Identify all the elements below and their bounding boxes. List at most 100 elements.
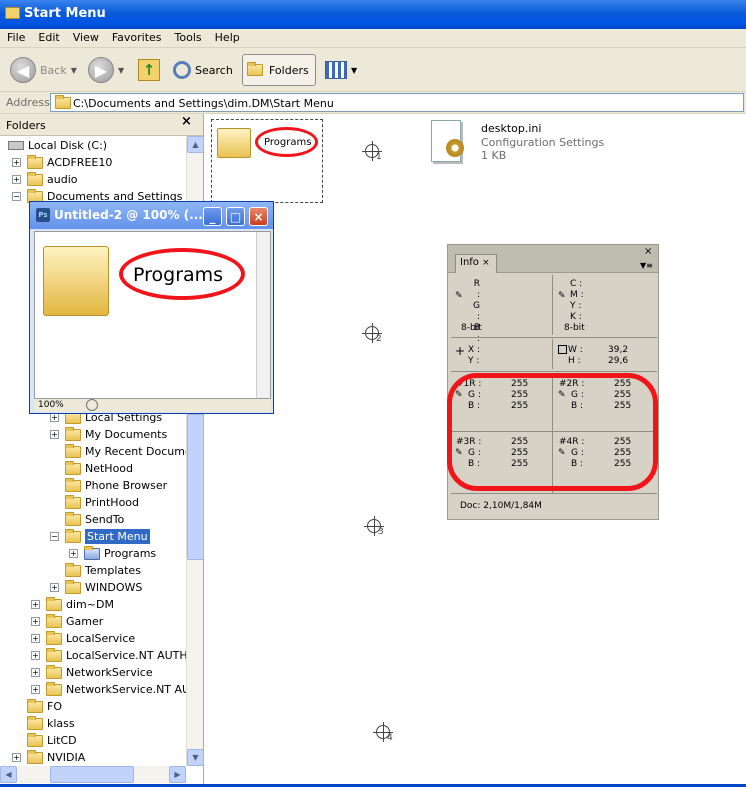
tree-item[interactable]: +LocalService.NT AUTHOF [31, 647, 186, 664]
folders-icon [247, 62, 263, 76]
up-folder-button[interactable]: ↑ [138, 54, 160, 86]
programs-item[interactable]: Programs [211, 119, 323, 203]
tree-item[interactable]: + audio [12, 171, 77, 188]
chevron-down-icon: ▼ [351, 65, 358, 75]
panel-menu-icon[interactable]: ▼≡ [640, 261, 653, 270]
ps-status-bar: 100% [34, 399, 271, 412]
menu-edit[interactable]: Edit [31, 29, 65, 44]
collapse-icon[interactable]: − [12, 192, 21, 201]
address-bar: Address C:\Documents and Settings\dim.DM… [0, 92, 746, 114]
menu-file[interactable]: File [0, 29, 31, 44]
close-icon[interactable]: × [644, 246, 652, 257]
folder-icon [65, 562, 81, 577]
close-icon[interactable]: × [249, 207, 268, 226]
tree-item[interactable]: + Programs [69, 545, 156, 562]
tree-item[interactable]: LitCD [27, 732, 77, 749]
close-icon[interactable]: × [482, 258, 490, 268]
folders-pane-title: Folders [6, 119, 46, 132]
tree-item[interactable]: + dim~DM [31, 596, 114, 613]
expand-icon[interactable]: + [31, 685, 40, 694]
address-field[interactable]: C:\Documents and Settings\dim.DM\Start M… [50, 93, 744, 112]
tree-item-selected[interactable]: − Start Menu [50, 528, 150, 545]
expand-icon[interactable]: + [50, 430, 59, 439]
search-button[interactable]: Search [173, 54, 233, 86]
wh-values: 39,2 29,6 [608, 345, 629, 366]
horizontal-scrollbar[interactable]: ◀ ▶ [0, 766, 186, 783]
scroll-left-icon[interactable]: ◀ [0, 766, 17, 783]
expand-icon[interactable]: + [31, 617, 40, 626]
maximize-icon[interactable]: □ [226, 207, 245, 226]
folders-label: Folders [269, 63, 309, 77]
tree-item[interactable]: Phone Browser [65, 477, 167, 494]
scroll-thumb[interactable] [187, 414, 204, 560]
divider [552, 339, 553, 369]
expand-icon[interactable]: + [31, 600, 40, 609]
tree-item[interactable]: + NVIDIA [12, 749, 85, 766]
tree-item[interactable]: FO [27, 698, 62, 715]
folder-icon [65, 477, 81, 492]
folder-icon [46, 681, 62, 696]
tree-item[interactable]: + LocalService [31, 630, 135, 647]
expand-icon[interactable]: + [69, 549, 78, 558]
scroll-right-icon[interactable]: ▶ [169, 766, 186, 783]
photoshop-document-window: Ps Untitled-2 @ 100% (... _ □ × Programs… [29, 201, 274, 414]
tree-item[interactable]: SendTo [65, 511, 124, 528]
tree-item[interactable]: + NetworkService [31, 664, 153, 681]
collapse-icon[interactable]: − [50, 532, 59, 541]
expand-icon[interactable]: + [31, 651, 40, 660]
tree-item[interactable]: NetHood [65, 460, 133, 477]
divider [552, 275, 553, 335]
views-button[interactable]: ▼ [325, 54, 357, 86]
tree-item[interactable]: + ACDFREE10 [12, 154, 112, 171]
scroll-down-icon[interactable]: ▼ [187, 749, 204, 766]
window-titlebar: Start Menu [0, 0, 746, 29]
bits-right: 8-bit [564, 323, 585, 333]
desktop-ini-item[interactable]: desktop.ini Configuration Settings 1 KB [431, 120, 631, 170]
expand-icon[interactable]: + [31, 668, 40, 677]
expand-icon[interactable]: + [50, 583, 59, 592]
ps-window-title: Untitled-2 @ 100% (... [54, 208, 203, 222]
rgb-labels: R :G :B : [473, 279, 480, 344]
scroll-up-icon[interactable]: ▲ [187, 136, 204, 153]
file-name: desktop.ini [481, 122, 542, 135]
forward-button[interactable]: ▶ ▼ [88, 54, 124, 86]
tree-item[interactable]: klass [27, 715, 75, 732]
menu-tools[interactable]: Tools [168, 29, 208, 44]
ps-canvas[interactable]: Programs [34, 231, 271, 399]
tree-item[interactable]: +NetworkService.NT AUTH [31, 681, 186, 698]
menu-view[interactable]: View [66, 29, 105, 44]
photoshop-icon: Ps [36, 208, 50, 222]
minimize-icon[interactable]: _ [203, 207, 222, 226]
expand-icon[interactable]: + [12, 753, 21, 762]
folder-icon [27, 154, 43, 169]
tree-item[interactable]: + My Documents [50, 426, 167, 443]
chevron-down-icon: ▼ [118, 65, 125, 75]
folder-icon [65, 511, 81, 526]
folders-button[interactable]: Folders [242, 54, 316, 86]
scroll-thumb[interactable] [50, 766, 134, 783]
cmyk-labels: C :M :Y :K : [570, 279, 584, 322]
expand-icon[interactable]: + [12, 175, 21, 184]
folder-icon [46, 596, 62, 611]
expand-icon[interactable]: + [31, 634, 40, 643]
tab-info[interactable]: Info × [455, 254, 497, 273]
close-icon[interactable]: × [181, 114, 192, 129]
tree-item[interactable]: + Gamer [31, 613, 103, 630]
address-label: Address [6, 96, 50, 109]
status-menu-icon[interactable] [86, 399, 98, 411]
tree-item[interactable]: PrintHood [65, 494, 139, 511]
tree-item[interactable]: + WINDOWS [50, 579, 142, 596]
zoom-level[interactable]: 100% [38, 400, 64, 410]
back-button[interactable]: ◀ Back ▼ [10, 54, 77, 86]
menu-favorites[interactable]: Favorites [105, 29, 168, 44]
ps-vertical-scrollbar[interactable] [256, 232, 270, 398]
tree-item[interactable]: Templates [65, 562, 141, 579]
folder-icon [65, 460, 81, 475]
expand-icon[interactable]: + [50, 413, 59, 422]
folder-icon [43, 246, 109, 316]
menu-help[interactable]: Help [208, 29, 246, 44]
back-arrow-icon: ◀ [10, 57, 36, 83]
tree-item[interactable]: My Recent Documen [65, 443, 186, 460]
expand-icon[interactable]: + [12, 158, 21, 167]
tree-item[interactable]: Local Disk (C:) [8, 137, 107, 154]
